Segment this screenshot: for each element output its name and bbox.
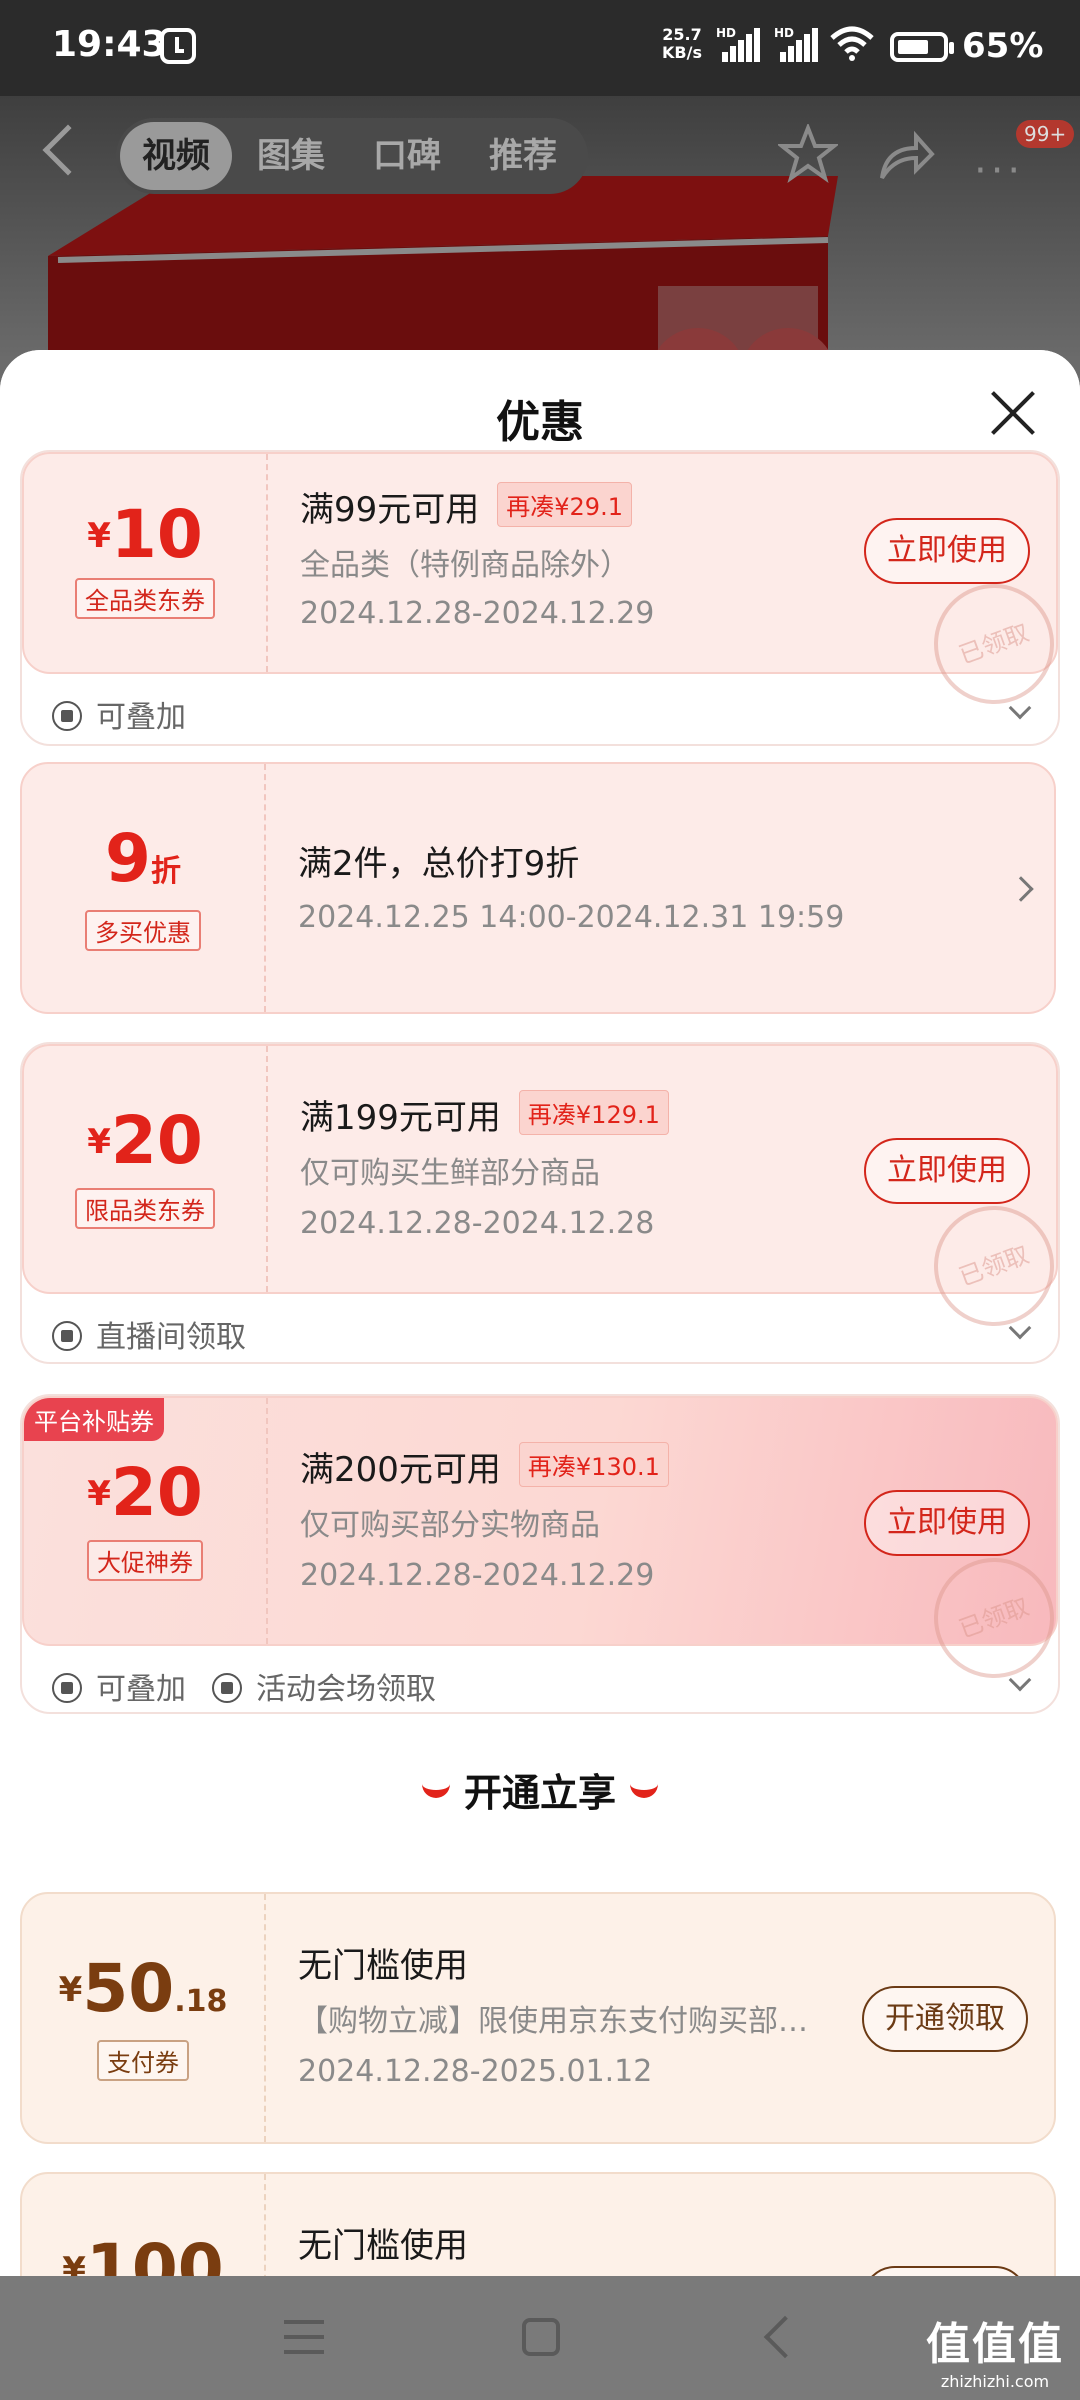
coupon-body: 平台补贴券 ¥20 大促神券 满200元可用 再凑¥130.1 仅可购买部分实物商… bbox=[22, 1396, 1071, 1695]
coupon-scope: 全品类（特例商品除外） bbox=[300, 548, 630, 583]
use-now-button[interactable]: 立即使用 bbox=[864, 518, 1030, 584]
coupon-scope: 仅可购买生鲜部分商品 bbox=[300, 1156, 600, 1191]
coupon-card: ¥10 全品类东券 满99元可用 再凑¥29.1 全品类（特例商品除外） 2024… bbox=[20, 450, 1071, 746]
clock-icon bbox=[160, 28, 196, 64]
sheet-title: 优惠 bbox=[496, 397, 584, 448]
coupon-body: ¥20 限品类东券 满199元可用 再凑¥129.1 仅可购买生鲜部分商品 202… bbox=[22, 1044, 1071, 1343]
claimed-stamp: 已领取 bbox=[917, 567, 1071, 721]
notification-badge: 99+ bbox=[1016, 120, 1075, 148]
stack-icon bbox=[52, 1673, 82, 1703]
coupon-period: 2024.12.25 14:00-2024.12.31 19:59 bbox=[298, 900, 845, 935]
activate-claim-button[interactable] bbox=[862, 2266, 1028, 2276]
coupon-period: 2024.12.28-2024.12.29 bbox=[300, 596, 655, 631]
event-venue-icon bbox=[212, 1673, 242, 1703]
coupon-condition: 满199元可用 再凑¥129.1 bbox=[300, 1090, 669, 1139]
coupon-amount: ¥100 bbox=[62, 2230, 224, 2276]
smile-icon bbox=[630, 1784, 658, 1798]
close-icon[interactable] bbox=[988, 388, 1038, 438]
coupon-amount: 9折 bbox=[105, 820, 181, 897]
coupon-footer: 可叠加 bbox=[52, 692, 186, 736]
top-up-hint: 再凑¥130.1 bbox=[518, 1442, 669, 1487]
coupon-card[interactable]: 9折 多买优惠 满2件，总价打9折 2024.12.25 14:00-2024.… bbox=[20, 762, 1060, 1014]
coupon-period: 2024.12.28-2024.12.28 bbox=[300, 1206, 655, 1241]
member-coupon-card: ¥50.18 支付券 无门槛使用 【购物立减】限使用京东支付购买部… 2024.… bbox=[20, 1892, 1060, 2144]
home-icon[interactable] bbox=[522, 2318, 560, 2356]
star-icon[interactable] bbox=[778, 124, 838, 184]
section-title: 开通立享 bbox=[0, 1762, 1080, 1817]
coupon-amount: ¥10 bbox=[87, 496, 203, 573]
top-up-hint: 再凑¥129.1 bbox=[518, 1090, 669, 1135]
coupon-card: ¥20 限品类东券 满199元可用 再凑¥129.1 仅可购买生鲜部分商品 202… bbox=[20, 1042, 1071, 1364]
more-icon[interactable]: ··· bbox=[974, 148, 1024, 194]
use-now-button[interactable]: 立即使用 bbox=[864, 1138, 1030, 1204]
use-now-button[interactable]: 立即使用 bbox=[864, 1490, 1030, 1556]
nav-back-icon[interactable] bbox=[763, 2315, 807, 2359]
coupon-footer: 直播间领取 bbox=[52, 1312, 246, 1356]
coupon-tag: 大促神券 bbox=[24, 1540, 266, 1581]
chevron-right-icon[interactable] bbox=[1008, 876, 1034, 902]
media-tabs: 视频 图集 口碑 推荐 bbox=[116, 118, 588, 194]
member-coupon-card: ¥100 无门槛使用 bbox=[20, 2172, 1060, 2276]
claimed-stamp: 已领取 bbox=[917, 1189, 1071, 1343]
watermark: 值值值 zhizhizhi.com bbox=[926, 2319, 1064, 2391]
coupon-condition: 满200元可用 再凑¥130.1 bbox=[300, 1442, 669, 1491]
platform-subsidy-badge: 平台补贴券 bbox=[24, 1398, 164, 1441]
coupon-scope: 仅可购买部分实物商品 bbox=[300, 1508, 600, 1543]
system-nav-bar bbox=[0, 2276, 1080, 2400]
coupon-amount: ¥50.18 bbox=[58, 1950, 228, 2027]
share-icon[interactable] bbox=[876, 128, 936, 184]
coupon-period: 2024.12.28-2025.01.12 bbox=[298, 2054, 653, 2089]
coupon-condition: 无门槛使用 bbox=[298, 2226, 468, 2266]
signal-icon-2 bbox=[774, 28, 818, 62]
smile-icon bbox=[421, 1784, 450, 1798]
coupon-amount: ¥20 bbox=[87, 1454, 203, 1531]
tab-recommend[interactable]: 推荐 bbox=[468, 118, 578, 194]
coupon-sheet: 优惠 ¥10 全品类东券 满99元可用 再凑¥29.1 全品类（特例商品除外） 2… bbox=[0, 350, 1080, 2276]
tab-video[interactable]: 视频 bbox=[120, 122, 232, 190]
coupon-amount: ¥20 bbox=[87, 1102, 203, 1179]
claimed-stamp: 已领取 bbox=[917, 1541, 1071, 1695]
activate-claim-button[interactable]: 开通领取 bbox=[862, 1986, 1028, 2052]
status-bar: 19:43 25.7 KB/s HD HD 65% bbox=[0, 0, 1080, 96]
coupon-tag: 限品类东券 bbox=[24, 1188, 266, 1229]
tab-reviews[interactable]: 口碑 bbox=[352, 118, 462, 194]
battery-percent: 65% bbox=[962, 26, 1044, 66]
signal-icon bbox=[716, 28, 760, 62]
menu-icon[interactable] bbox=[284, 2320, 324, 2354]
coupon-scope: 【购物立减】限使用京东支付购买部… bbox=[298, 2004, 808, 2039]
coupon-condition: 满99元可用 再凑¥29.1 bbox=[300, 482, 632, 531]
coupon-condition: 无门槛使用 bbox=[298, 1946, 468, 1986]
coupon-body: ¥100 无门槛使用 bbox=[20, 2172, 1056, 2276]
network-speed: 25.7 KB/s bbox=[662, 25, 702, 62]
coupon-body: ¥50.18 支付券 无门槛使用 【购物立减】限使用京东支付购买部… 2024.… bbox=[20, 1892, 1056, 2144]
stack-icon bbox=[52, 701, 82, 731]
coupon-tag: 支付券 bbox=[22, 2040, 264, 2081]
coupon-period: 2024.12.28-2024.12.29 bbox=[300, 1558, 655, 1593]
live-room-icon bbox=[52, 1321, 82, 1351]
coupon-body: ¥10 全品类东券 满99元可用 再凑¥29.1 全品类（特例商品除外） 2024… bbox=[22, 452, 1071, 721]
wifi-icon bbox=[830, 26, 874, 61]
coupon-condition: 满2件，总价打9折 bbox=[298, 844, 580, 884]
coupon-list[interactable]: ¥10 全品类东券 满99元可用 再凑¥29.1 全品类（特例商品除外） 2024… bbox=[0, 450, 1080, 2276]
coupon-footer: 可叠加 活动会场领取 bbox=[52, 1664, 436, 1708]
coupon-body: 9折 多买优惠 满2件，总价打9折 2024.12.25 14:00-2024.… bbox=[20, 762, 1056, 1014]
coupon-tag: 多买优惠 bbox=[22, 910, 264, 951]
status-time: 19:43 bbox=[52, 24, 167, 65]
tab-gallery[interactable]: 图集 bbox=[236, 118, 346, 194]
coupon-tag: 全品类东券 bbox=[24, 578, 266, 619]
battery-icon bbox=[890, 32, 954, 62]
top-up-hint: 再凑¥29.1 bbox=[497, 482, 632, 527]
coupon-card: 平台补贴券 ¥20 大促神券 满200元可用 再凑¥130.1 仅可购买部分实物商… bbox=[20, 1394, 1071, 1714]
app-screen: 19:43 25.7 KB/s HD HD 65% 视频 图集 口碑 推荐 ··… bbox=[0, 0, 1080, 2400]
